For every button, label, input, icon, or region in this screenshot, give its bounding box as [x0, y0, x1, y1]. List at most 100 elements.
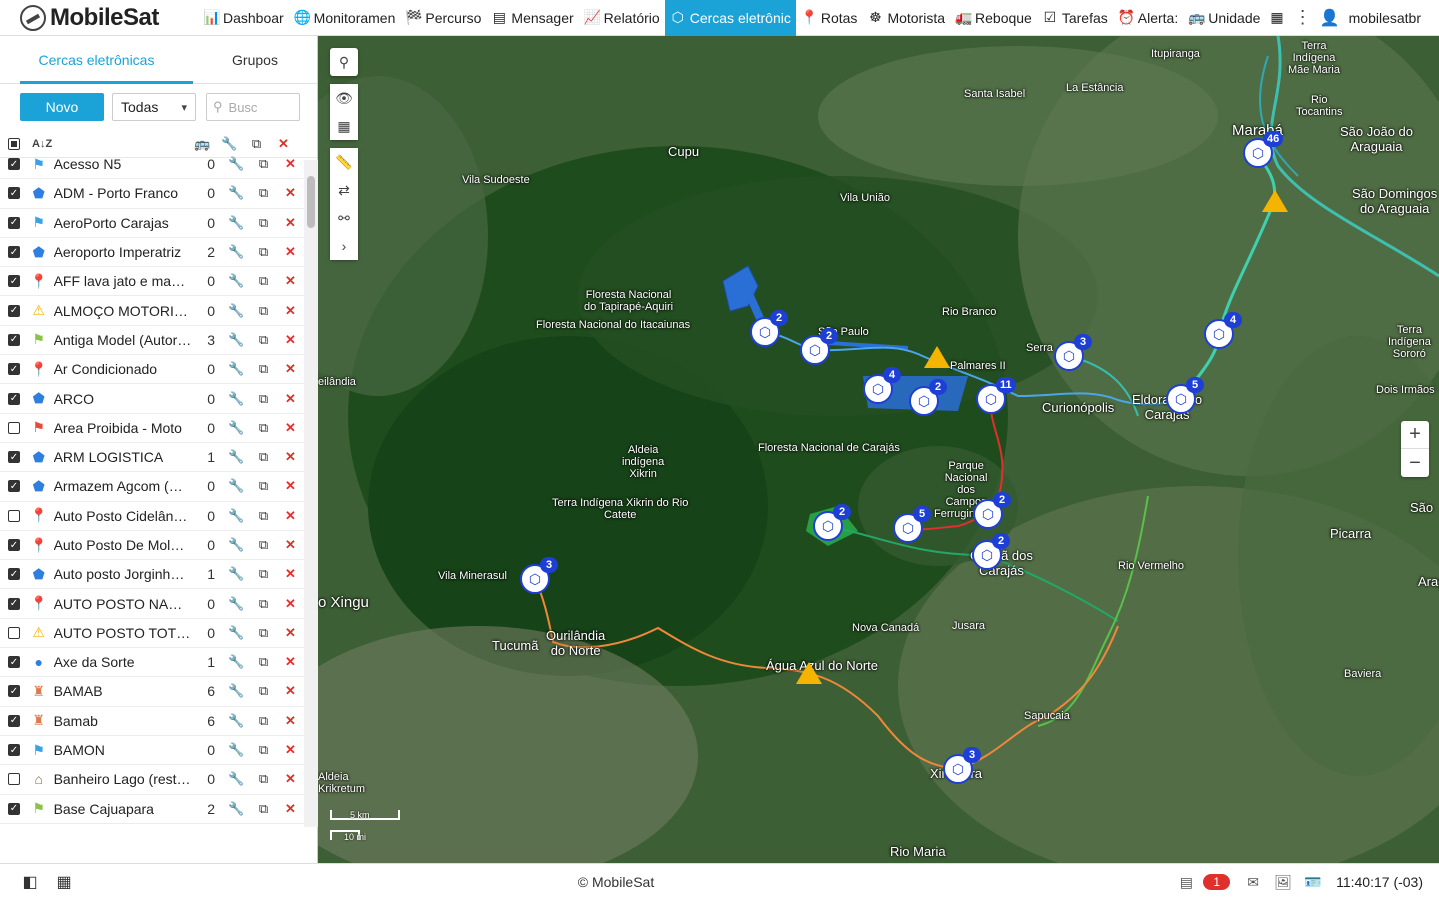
- geofence-cluster-marker[interactable]: ⬡ 2: [750, 310, 788, 347]
- tab-geofences[interactable]: Cercas eletrônicas: [0, 36, 193, 84]
- id-card-icon[interactable]: 🪪: [1298, 874, 1328, 891]
- copy-icon[interactable]: ⧉: [250, 332, 277, 348]
- nav-item-2[interactable]: 🏁 Percurso: [400, 0, 486, 36]
- nav-item-3[interactable]: ▤ Mensager: [486, 0, 578, 36]
- app-logo[interactable]: MobileSat: [0, 0, 198, 36]
- edit-icon[interactable]: 🔧: [223, 566, 250, 582]
- copy-icon[interactable]: ⧉: [250, 156, 277, 172]
- nav-item-8[interactable]: 🚛 Reboque: [950, 0, 1037, 36]
- copy-icon[interactable]: ⧉: [250, 537, 277, 553]
- ruler-icon[interactable]: 📏: [330, 148, 358, 176]
- copy-icon[interactable]: ⧉: [250, 273, 277, 289]
- tab-groups[interactable]: Grupos: [193, 36, 317, 83]
- edit-icon[interactable]: 🔧: [223, 303, 250, 319]
- geofence-name[interactable]: Acesso N5: [54, 156, 192, 172]
- sort-az-icon[interactable]: A↓Z: [32, 138, 52, 150]
- geofence-name[interactable]: ARCO: [54, 391, 192, 407]
- copy-icon[interactable]: ⧉: [250, 742, 277, 758]
- geofence-cluster-marker[interactable]: ⬡ 4: [1204, 312, 1242, 349]
- edit-icon[interactable]: 🔧: [223, 596, 250, 612]
- row-checkbox[interactable]: ✓: [8, 246, 20, 259]
- row-checkbox[interactable]: ✓: [8, 216, 20, 229]
- delete-icon[interactable]: ✕: [277, 273, 304, 289]
- delete-icon[interactable]: ✕: [277, 625, 304, 641]
- nav-item-10[interactable]: ⏰ Alerta:: [1113, 0, 1183, 36]
- delete-icon[interactable]: ✕: [277, 185, 304, 201]
- list-item[interactable]: ✓ ⬟ Armazem Agcom (Agro) 0 🔧 ⧉ ✕: [0, 472, 304, 502]
- edit-icon[interactable]: 🔧: [223, 478, 250, 494]
- edit-icon[interactable]: 🔧: [223, 391, 250, 407]
- image-icon[interactable]: 🖼: [1268, 874, 1298, 891]
- delete-icon[interactable]: ✕: [277, 683, 304, 699]
- notifications-badge[interactable]: 1: [1203, 874, 1231, 890]
- geofence-name[interactable]: AeroPorto Carajas: [54, 215, 192, 231]
- row-checkbox[interactable]: ✓: [8, 656, 20, 669]
- list-item[interactable]: ✓ 📍 AFF lava jato e manutenção 0 🔧⧉✕: [0, 267, 304, 297]
- nav-item-0[interactable]: 📊 Dashboar: [198, 0, 289, 36]
- copy-icon[interactable]: ⧉: [250, 391, 277, 407]
- copy-icon[interactable]: ⧉: [250, 801, 277, 817]
- geofence-name[interactable]: ALMOÇO MOTORISTAS: [54, 303, 192, 319]
- geofence-name[interactable]: BAMAB: [54, 683, 192, 699]
- edit-icon[interactable]: 🔧: [223, 185, 250, 201]
- copy-icon[interactable]: ⧉: [250, 508, 277, 524]
- list-item[interactable]: ✓📍Base Shell0🔧⧉✕: [0, 824, 304, 827]
- delete-icon[interactable]: ✕: [277, 449, 304, 465]
- list-item[interactable]: ✓ ⚑ BAMON 0 🔧 ⧉ ✕: [0, 736, 304, 766]
- copy-icon[interactable]: ⧉: [250, 713, 277, 729]
- user-name[interactable]: mobilesatbr: [1349, 10, 1421, 26]
- list-item[interactable]: ✓ 📍 Ar Condicionado 0 🔧 ⧉ ✕: [0, 355, 304, 385]
- list-item[interactable]: ✓ ⬟ Aeroporto Imperatriz 2 🔧 ⧉ ✕: [0, 238, 304, 268]
- list-item[interactable]: ✓ ⚑ Antiga Model (Autorizada) 3 🔧⧉✕: [0, 326, 304, 356]
- geofence-cluster-marker[interactable]: ⬡ 46: [1243, 131, 1284, 168]
- user-icon[interactable]: 👤: [1317, 8, 1343, 28]
- edit-icon[interactable]: 🔧: [223, 361, 250, 377]
- row-checkbox[interactable]: ✓: [8, 568, 20, 581]
- geofence-name[interactable]: ARM LOGISTICA: [54, 449, 192, 465]
- geofence-name[interactable]: BAMON: [54, 742, 192, 758]
- delete-icon[interactable]: ✕: [277, 303, 304, 319]
- nav-item-11[interactable]: 🚌 Unidade: [1183, 0, 1265, 36]
- nav-item-1[interactable]: 🌐 Monitoramen: [289, 0, 401, 36]
- geofence-cluster-marker[interactable]: ⬡ 2: [800, 328, 838, 365]
- list-item[interactable]: ✓ ⬟ ARM LOGISTICA 1 🔧 ⧉ ✕: [0, 443, 304, 473]
- route-tool-icon[interactable]: ⇄: [330, 176, 358, 204]
- list-item[interactable]: ✓ ♜ Bamab 6 🔧 ⧉ ✕: [0, 707, 304, 736]
- delete-icon[interactable]: ✕: [277, 215, 304, 231]
- row-checkbox[interactable]: ✓: [8, 539, 20, 551]
- nav-item-6[interactable]: 📍 Rotas: [796, 0, 863, 36]
- row-checkbox[interactable]: ✓: [8, 392, 20, 405]
- apps-grid-icon[interactable]: ▦: [1265, 0, 1288, 36]
- edit-icon[interactable]: 🔧: [223, 244, 250, 260]
- select-all-checkbox[interactable]: [8, 137, 20, 150]
- map-layers-icon[interactable]: ▦: [330, 112, 358, 140]
- delete-icon[interactable]: ✕: [277, 420, 304, 436]
- geofence-cluster-marker[interactable]: ⬡ 4: [863, 367, 901, 404]
- row-checkbox[interactable]: ✓: [8, 187, 20, 200]
- geofence-cluster-marker[interactable]: ⬡ 2: [972, 533, 1010, 570]
- list-item[interactable]: ✓ ⚑ Acesso N5 0 🔧 ⧉ ✕: [0, 150, 304, 180]
- row-checkbox[interactable]: ✓: [8, 597, 20, 610]
- copy-icon[interactable]: ⧉: [250, 215, 277, 231]
- geofence-name[interactable]: Antiga Model (Autorizada): [54, 332, 192, 348]
- geofence-name[interactable]: ADM - Porto Franco: [54, 185, 192, 201]
- copy-icon[interactable]: ⧉: [250, 185, 277, 201]
- geofence-name[interactable]: Armazem Agcom (Agro): [54, 478, 192, 494]
- edit-icon[interactable]: 🔧: [223, 683, 250, 699]
- row-checkbox[interactable]: [8, 421, 20, 434]
- list-item[interactable]: ✓ ● Axe da Sorte 1 🔧 ⧉ ✕: [0, 648, 304, 678]
- row-checkbox[interactable]: ✓: [8, 451, 20, 464]
- delete-icon[interactable]: ✕: [277, 244, 304, 260]
- list-item[interactable]: ✓ ⬟ ADM - Porto Franco 0 🔧 ⧉ ✕: [0, 179, 304, 209]
- row-checkbox[interactable]: [8, 626, 20, 639]
- geofence-cluster-marker[interactable]: ⬡ 3: [943, 747, 981, 784]
- geofence-cluster-marker[interactable]: ⬡ 2: [909, 379, 947, 416]
- link-tool-icon[interactable]: ⚯: [330, 204, 358, 232]
- copy-icon[interactable]: ⧉: [250, 361, 277, 377]
- mail-icon[interactable]: ✉: [1238, 874, 1268, 891]
- new-geofence-button[interactable]: Novo: [20, 93, 104, 121]
- row-checkbox[interactable]: ✓: [8, 802, 20, 815]
- geofence-cluster-marker[interactable]: ⬡ 2: [973, 492, 1011, 529]
- warning-marker-icon[interactable]: [1262, 190, 1288, 212]
- row-checkbox[interactable]: ✓: [8, 363, 20, 376]
